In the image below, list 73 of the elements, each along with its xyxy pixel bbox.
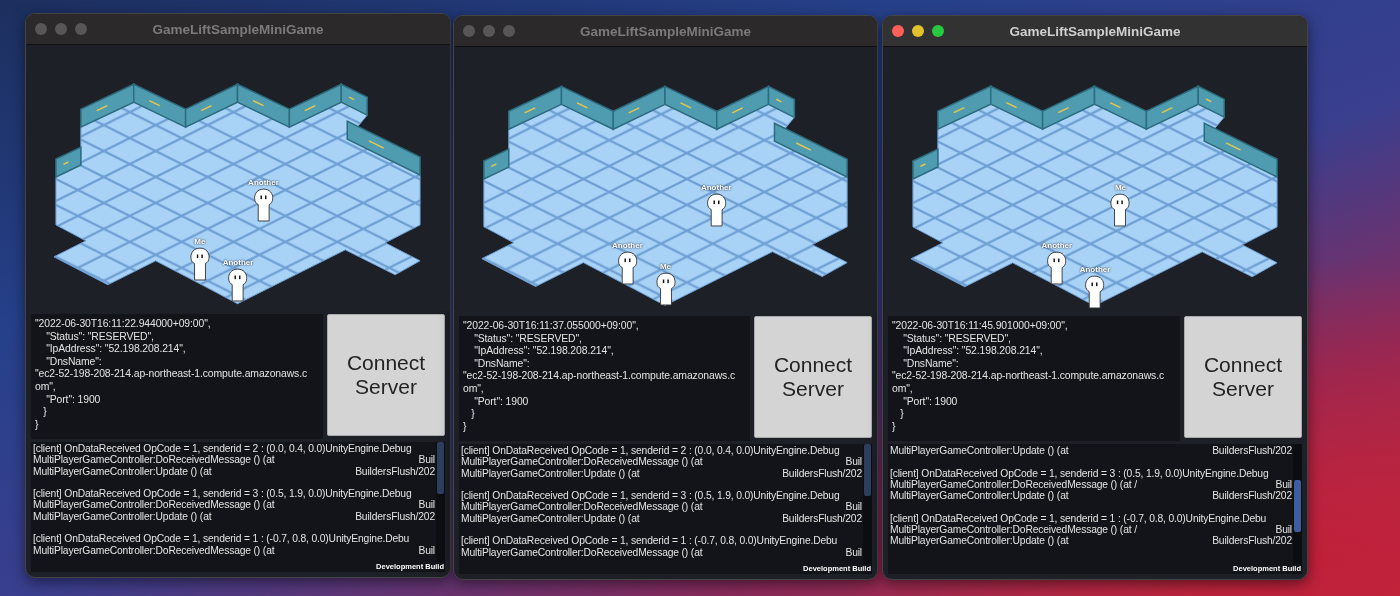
server-info-text: "2022-06-30T16:11:45.901000+09:00", "Status": "RESERVED", "IpAddress": "52.198.208.214", "DnsName": "ec2-52-198-208-214.ap-northeast-1.compute.amazonaws.c om", "Port": 1900 } } bbox=[888, 316, 1180, 441]
log-path-text: Buil bbox=[418, 454, 436, 466]
log-line: [client] OnDataReceived OpCode = 1, senderid = 2 : (0.0, 0.4, 0.0)UnityEngine.Debug bbox=[33, 443, 412, 455]
log-path-text: Buil bbox=[845, 501, 863, 513]
log-path-text: BuildersFlush/202 bbox=[1212, 445, 1293, 457]
character-figure bbox=[617, 251, 638, 287]
log-line: MultiPlayerGameController:Update () (at bbox=[890, 535, 1069, 547]
player-label: Me bbox=[194, 236, 206, 247]
log-line: MultiPlayerGameController:DoReceivedMessage () (at bbox=[461, 501, 703, 513]
log-path-text: Buil bbox=[845, 546, 863, 558]
character-figure bbox=[1046, 251, 1067, 287]
log-line: [client] OnDataReceived OpCode = 1, senderid = 1 : (-0.7, 0.8, 0.0)UnityEngine.Debu bbox=[461, 535, 838, 547]
connect-server-button[interactable]: Connect Server bbox=[754, 316, 872, 438]
close-button[interactable] bbox=[463, 25, 475, 37]
player-label: Me bbox=[1114, 182, 1126, 193]
log-line: [client] OnDataReceived OpCode = 1, senderid = 3 : (0.5, 1.9, 0.0)UnityEngine.Debug bbox=[33, 488, 412, 500]
log-line: MultiPlayerGameController:Update () (at bbox=[33, 465, 212, 477]
player-label: Another bbox=[248, 178, 279, 188]
character-figure bbox=[189, 246, 210, 282]
character-figure bbox=[655, 272, 676, 308]
close-button[interactable] bbox=[35, 23, 47, 35]
log-line: MultiPlayerGameController:DoReceivedMessage () (at bbox=[461, 456, 703, 468]
connect-server-button[interactable]: Connect Server bbox=[327, 314, 445, 436]
log-line: MultiPlayerGameController:Update () (at bbox=[461, 512, 640, 525]
log-line: [client] OnDataReceived OpCode = 1, senderid = 2 : (0.0, 0.4, 0.0)UnityEngine.Debug bbox=[461, 445, 840, 457]
close-button[interactable] bbox=[892, 25, 904, 37]
log-line: MultiPlayerGameController:DoReceivedMessage () (at / bbox=[890, 478, 1137, 491]
minimize-button[interactable] bbox=[912, 25, 924, 37]
log-line: [client] OnDataReceived OpCode = 1, senderid = 3 : (0.5, 1.9, 0.0)UnityEngine.Debug bbox=[461, 490, 840, 502]
log-path-text: Buil bbox=[418, 544, 436, 556]
log-line: MultiPlayerGameController:DoReceivedMessage () (at bbox=[33, 499, 275, 511]
player-label: Another bbox=[1041, 241, 1073, 252]
window-title: GameLiftSampleMiniGame bbox=[579, 23, 751, 39]
zoom-button[interactable] bbox=[932, 25, 944, 37]
log-line: MultiPlayerGameController:Update () (at bbox=[33, 510, 212, 523]
scrollbar-thumb[interactable] bbox=[864, 444, 871, 496]
log-path-text: Buil bbox=[1275, 524, 1293, 536]
log-path-text: BuildersFlush/202 bbox=[782, 467, 863, 479]
player-label: Another bbox=[222, 257, 254, 268]
log-line: MultiPlayerGameController:Update () (at bbox=[890, 490, 1069, 502]
scrollbar-thumb[interactable] bbox=[1294, 480, 1301, 533]
log-line: MultiPlayerGameController:Update () (at bbox=[890, 445, 1069, 457]
log-path-text: Buil bbox=[1275, 478, 1293, 491]
character-figure bbox=[228, 267, 248, 303]
log-path-text: Buil bbox=[418, 499, 436, 511]
log-line: MultiPlayerGameController:DoReceivedMessage () (at bbox=[461, 546, 703, 558]
log-path-text: BuildersFlush/202 bbox=[1212, 490, 1293, 502]
log-line: MultiPlayerGameController:DoReceivedMessage () (at bbox=[33, 544, 275, 556]
log-path-text: BuildersFlush/202 bbox=[355, 465, 436, 477]
log-path-text: BuildersFlush/202 bbox=[355, 510, 436, 523]
log-line: [client] OnDataReceived OpCode = 1, senderid = 1 : (-0.7, 0.8, 0.0)UnityEngine.Debu bbox=[33, 533, 410, 545]
player-label: Another bbox=[1079, 265, 1111, 276]
scrollbar-thumb[interactable] bbox=[437, 442, 444, 494]
log-line: MultiPlayerGameController:DoReceivedMessage () (at bbox=[33, 454, 275, 466]
log-path-text: BuildersFlush/202 bbox=[782, 512, 863, 525]
window-title: GameLiftSampleMiniGame bbox=[152, 21, 324, 37]
connect-server-button[interactable]: Connect Server bbox=[1184, 316, 1302, 438]
character-figure bbox=[706, 192, 727, 228]
log-line: [client] OnDataReceived OpCode = 1, senderid = 3 : (0.5, 1.9, 0.0)UnityEngine.Debug bbox=[890, 467, 1269, 479]
log-line: [client] OnDataReceived OpCode = 1, senderid = 1 : (-0.7, 0.8, 0.0)UnityEngine.Debu bbox=[890, 512, 1267, 525]
character-figure bbox=[253, 188, 274, 223]
server-info-text: "2022-06-30T16:11:22.944000+09:00", "Status": "RESERVED", "IpAddress": "52.198.208.214", "DnsName": "ec2-52-198-208-214.ap-northeast-1.compute.amazonaws.c om", "Port": 1900 } } bbox=[31, 314, 323, 439]
server-info-text: "2022-06-30T16:11:37.055000+09:00", "Status": "RESERVED", "IpAddress": "52.198.208.214", "DnsName": "ec2-52-198-208-214.ap-northeast-1.compute.amazonaws.c om", "Port": 1900 } } bbox=[459, 316, 750, 441]
log-line: MultiPlayerGameController:Update () (at bbox=[461, 467, 640, 479]
log-path-text: Buil bbox=[845, 456, 863, 468]
window-title: GameLiftSampleMiniGame bbox=[1009, 23, 1181, 39]
log-path-text: BuildersFlush/202 bbox=[1212, 535, 1293, 547]
player-label: Me bbox=[659, 262, 672, 273]
log-line: MultiPlayerGameController:DoReceivedMessage () (at / bbox=[890, 524, 1137, 536]
character-figure bbox=[1110, 192, 1131, 228]
player-label: Another bbox=[612, 241, 643, 252]
character-figure bbox=[1085, 275, 1105, 311]
player-label: Another bbox=[700, 182, 732, 193]
